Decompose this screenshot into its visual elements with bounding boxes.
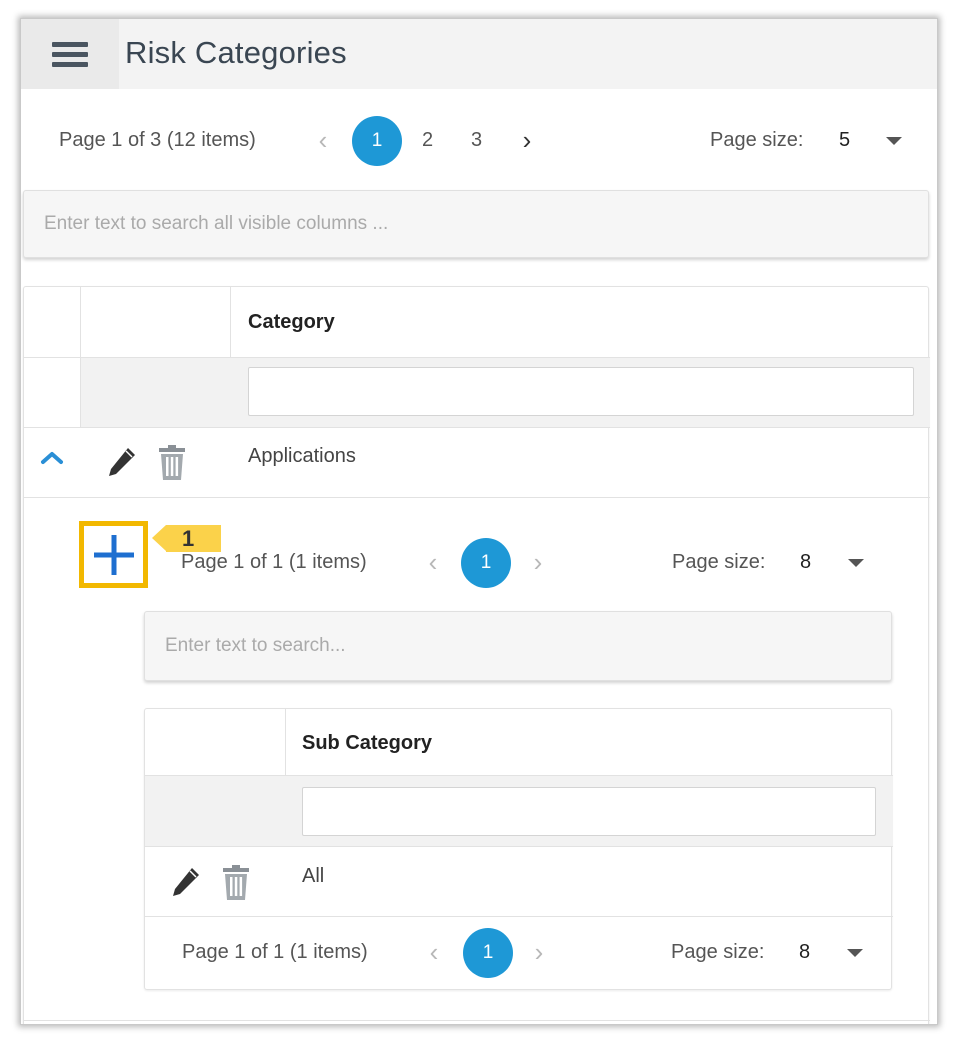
chevron-left-icon[interactable]: ‹ [424,938,444,966]
search-all-columns-input[interactable]: Enter text to search all visible columns… [23,190,929,258]
hamburger-menu-icon[interactable] [21,19,119,89]
page-size-value[interactable]: 8 [799,941,810,964]
pager-summary: Page 1 of 3 (12 items) [59,129,256,151]
search-subcategory-input[interactable]: Enter text to search... [144,611,892,681]
chevron-left-icon[interactable]: ‹ [313,126,333,154]
chevron-left-icon[interactable]: ‹ [423,548,443,576]
detail-pager-bottom: Page 1 of 1 (1 items) ‹ 1 › Page size: 8 [21,928,937,978]
page-size-value[interactable]: 5 [839,129,850,152]
column-header-category[interactable]: Category [248,311,335,334]
trash-icon[interactable] [221,864,251,901]
page-size-label: Page size: [672,551,766,573]
page-title: Risk Categories [125,35,347,70]
sub-category-filter-input[interactable] [302,787,876,836]
sub-category-cell[interactable]: All [302,865,324,888]
page-button-current[interactable]: 1 [352,116,402,166]
chevron-right-icon[interactable]: › [517,126,537,154]
pencil-icon[interactable] [106,445,138,479]
caret-down-icon[interactable] [847,949,863,957]
pager-summary: Page 1 of 1 (1 items) [182,941,368,963]
pencil-icon[interactable] [170,865,202,899]
page-button-current[interactable]: 1 [463,928,513,978]
main-pager: Page 1 of 3 (12 items) ‹ 1 2 3 › Page si… [21,116,937,166]
detail-pager-top: Page 1 of 1 (1 items) ‹ 1 › Page size: 8 [21,538,937,588]
column-header-sub-category[interactable]: Sub Category [302,732,432,755]
caret-down-icon[interactable] [848,559,864,567]
page-size-value[interactable]: 8 [800,551,811,574]
chevron-up-icon[interactable] [40,449,64,465]
app-window: Risk Categories Page 1 of 3 (12 items) ‹… [20,18,938,1025]
chevron-right-icon[interactable]: › [529,938,549,966]
page-button-2[interactable]: 2 [422,129,433,152]
page-size-label: Page size: [710,129,804,151]
app-header: Risk Categories [21,19,937,89]
page-button-3[interactable]: 3 [471,129,482,152]
pager-summary: Page 1 of 1 (1 items) [181,551,367,573]
category-cell[interactable]: Applications [248,445,356,468]
caret-down-icon[interactable] [886,137,902,145]
chevron-right-icon[interactable]: › [528,548,548,576]
page-size-label: Page size: [671,941,765,963]
trash-icon[interactable] [157,444,187,481]
category-filter-input[interactable] [248,367,914,416]
page-button-current[interactable]: 1 [461,538,511,588]
